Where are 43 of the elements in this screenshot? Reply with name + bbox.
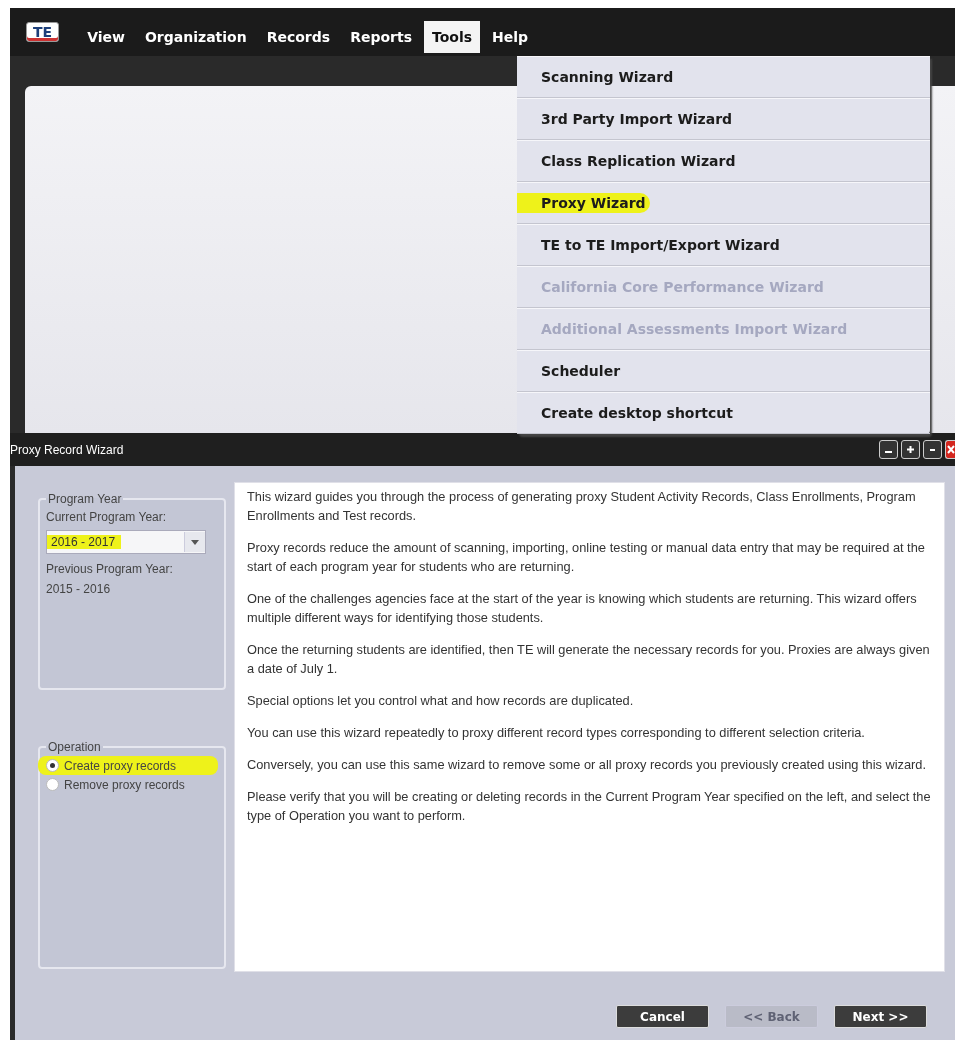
close-icon[interactable] — [945, 440, 955, 459]
dialog-title: Proxy Record Wizard — [10, 442, 125, 457]
minimize-icon[interactable] — [879, 440, 898, 459]
menu-option[interactable]: Proxy Wizard — [517, 182, 930, 224]
menu-option[interactable]: Create desktop shortcut — [517, 392, 930, 434]
paragraph: This wizard guides you through the process of generating proxy Student Activity Records, Class Enrollments, Program Enrollments and Test records. — [247, 488, 917, 525]
menu-item[interactable]: Organization — [136, 21, 255, 53]
group-legend: Program Year — [46, 492, 124, 506]
radio-button[interactable] — [46, 759, 59, 772]
menu-option[interactable]: 3rd Party Import Wizard — [517, 98, 930, 140]
menu-item[interactable]: Help — [484, 21, 537, 53]
paragraph: Conversely, you can use this same wizard to remove some or all proxy records you previously created using this wizard. — [247, 756, 927, 774]
field-value: 2015 - 2016 — [46, 582, 112, 596]
paragraph: One of the challenges agencies face at the start of the year is knowing which students are returning. This wizard offers multiple different ways for identifying those students. — [247, 590, 918, 627]
menu-option[interactable]: Scheduler — [517, 350, 930, 392]
menu-item[interactable]: Reports — [342, 21, 420, 53]
menu-item[interactable]: View — [79, 21, 133, 53]
paragraph: You can use this wizard repeatedly to proxy different record types corresponding to different selection criteria. — [247, 724, 866, 742]
year-dropdown[interactable]: 2016 - 2017 — [46, 530, 206, 554]
paragraph: Proxy records reduce the amount of scanning, importing, online testing or manual data entry that may be required at the start of each program year for students who are returning. — [247, 539, 926, 576]
menu-option[interactable]: Scanning Wizard — [517, 56, 930, 98]
app-logo[interactable]: TE — [26, 22, 60, 42]
radio-option[interactable]: Remove proxy records — [46, 775, 218, 794]
radio-button[interactable] — [46, 778, 59, 791]
radio-option[interactable]: Create proxy records — [38, 756, 218, 775]
paragraph: Once the returning students are identified, then TE will generate the necessary records for you. Proxies are always given a date of July 1. — [247, 641, 931, 678]
menu-option[interactable]: TE to TE Import/Export Wizard — [517, 224, 930, 266]
paragraph: Please verify that you will be creating or deleting records in the Current Program Year specified on the left, and select the type of Operation you want to perform. — [247, 788, 932, 825]
year-value: 2016 - 2017 — [47, 535, 122, 549]
highlighted-label: Proxy Wizard — [517, 193, 650, 213]
field-label: Current Program Year: — [46, 510, 168, 524]
maximize-icon[interactable] — [901, 440, 920, 459]
menu-option[interactable]: Class Replication Wizard — [517, 140, 930, 182]
wizard-button[interactable]: Next >> — [834, 1005, 927, 1028]
menu-item[interactable]: Records — [258, 21, 339, 53]
restore-icon[interactable] — [923, 440, 942, 459]
group-legend: Operation — [46, 740, 103, 754]
wizard-button[interactable]: Cancel — [616, 1005, 709, 1028]
radio-label: Create proxy records — [64, 758, 177, 773]
field-label: Previous Program Year: — [46, 562, 174, 576]
radio-label: Remove proxy records — [64, 777, 185, 792]
menu-item[interactable]: Tools — [424, 21, 481, 53]
paragraph: Special options let you control what and how records are duplicated. — [247, 692, 635, 710]
